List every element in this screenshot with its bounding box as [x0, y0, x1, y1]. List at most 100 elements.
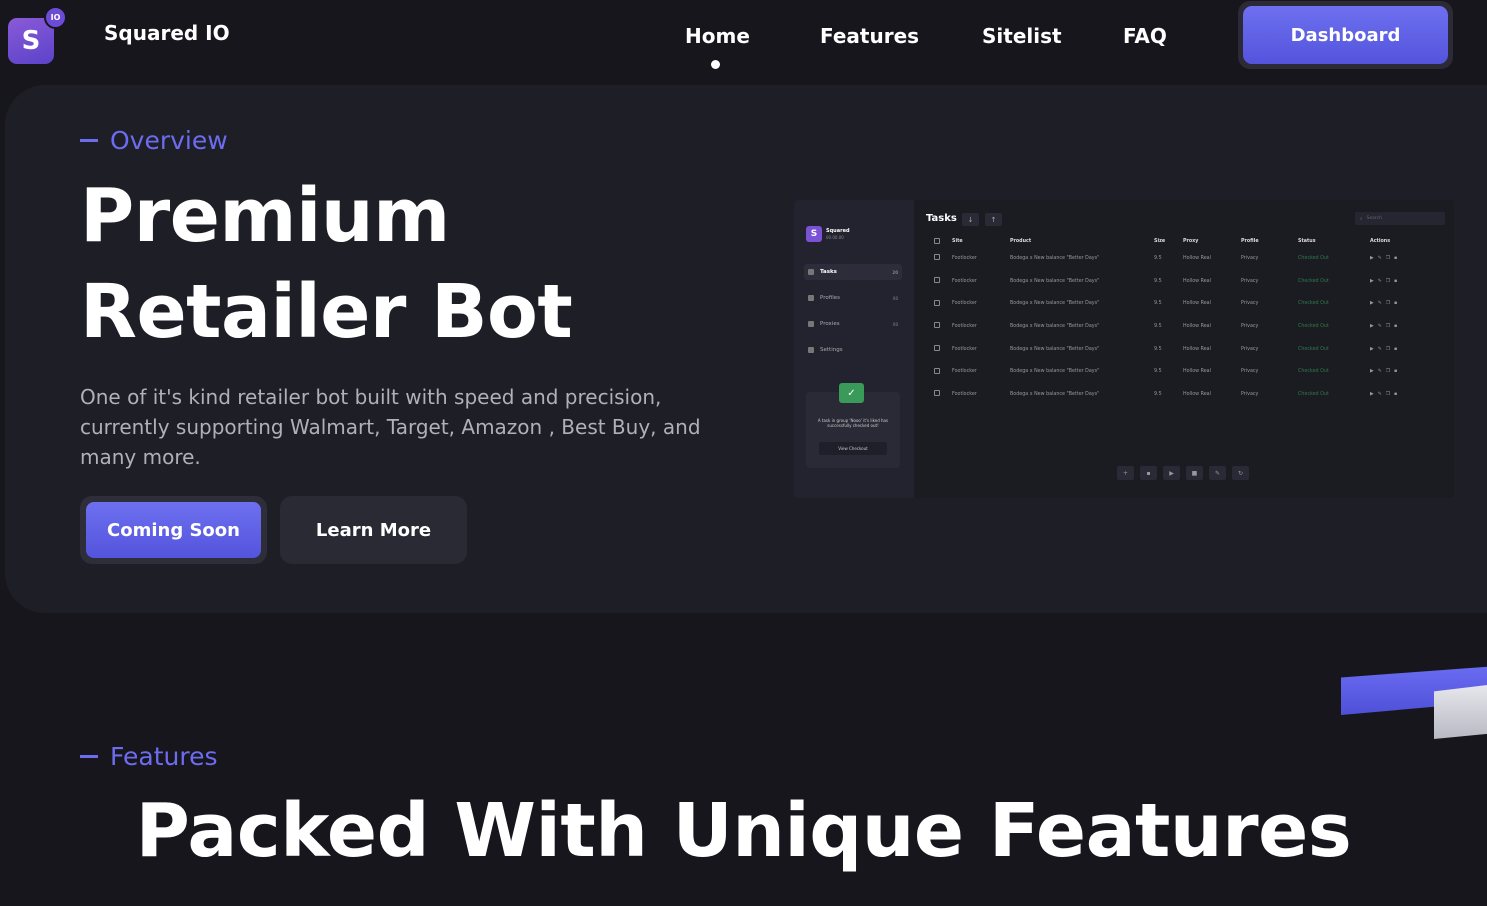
select-all-checkbox	[934, 237, 940, 244]
upload-icon: ↑	[985, 213, 1002, 226]
cell-status: Checked Out	[1298, 255, 1329, 261]
cell-proxy: Hollow Real	[1183, 391, 1211, 397]
cell-actions: ▶✎❐▪	[1370, 315, 1449, 338]
table-row: Footlocker Bodega x New balance "Better D…	[934, 383, 1449, 406]
cell-profile: Privacy	[1241, 346, 1259, 352]
cell-status: Checked Out	[1298, 323, 1329, 329]
edit-icon: ✎	[1377, 391, 1386, 397]
cell-actions: ▶✎❐▪	[1370, 270, 1449, 293]
view-checkout-button: View Checkout	[819, 442, 887, 455]
eyebrow-dash	[80, 139, 98, 142]
play-icon: ▶	[1370, 369, 1378, 375]
hero-title: Premium Retailer Bot	[80, 168, 573, 360]
preview-nav-label: Profiles	[820, 295, 840, 301]
row-checkbox-box	[934, 299, 940, 306]
hero-description: One of it's kind retailer bot built with…	[80, 385, 701, 469]
nav-sitelist[interactable]: Sitelist	[982, 24, 1062, 48]
trash-icon: ▪	[1394, 278, 1402, 284]
table-row: Footlocker Bodega x New balance "Better D…	[934, 270, 1449, 293]
preview-tasks-table: Site Product Size Proxy Profile Status A…	[934, 236, 1449, 406]
cell-proxy: Hollow Real	[1183, 323, 1211, 329]
preview-bottom-toolbar: + ▪ ▶ ■ ✎ ↻	[1117, 466, 1249, 480]
coming-soon-button[interactable]: Coming Soon	[86, 502, 261, 558]
row-checkbox	[934, 315, 952, 338]
row-checkbox	[934, 360, 952, 383]
cell-site: Footlocker	[952, 255, 977, 261]
trash-icon: ▪	[1394, 301, 1402, 307]
cell-actions: ▶✎❐▪	[1370, 383, 1449, 406]
preview-nav-count: 00	[892, 321, 898, 327]
preview-notification: ✓ A task in group 'Nooo' it's liked has …	[806, 383, 900, 468]
dashboard-button-frame: Dashboard	[1238, 1, 1453, 69]
edit-icon: ✎	[1377, 346, 1386, 352]
preview-search: ⌕ Search	[1355, 212, 1445, 225]
cell-actions: ▶✎❐▪	[1370, 247, 1449, 270]
cell-proxy: Hollow Real	[1183, 278, 1211, 284]
wifi-icon	[808, 321, 814, 327]
copy-icon: ❐	[1385, 278, 1395, 284]
cell-product: Bodega x New balance "Better Days"	[1010, 391, 1100, 397]
table-row: Footlocker Bodega x New balance "Better D…	[934, 292, 1449, 315]
cell-profile: Privacy	[1241, 391, 1259, 397]
features-label: Features	[110, 742, 218, 771]
preview-nav-count: 20	[892, 269, 898, 275]
nav-features[interactable]: Features	[820, 24, 919, 48]
copy-icon: ❐	[1385, 323, 1395, 329]
cell-site: Footlocker	[952, 391, 977, 397]
tasks-icon	[808, 269, 814, 275]
col-proxy: Proxy	[1183, 239, 1199, 244]
table-body: Footlocker Bodega x New balance "Better D…	[934, 247, 1449, 406]
row-checkbox-box	[934, 277, 940, 284]
cell-status: Checked Out	[1298, 369, 1329, 375]
dashboard-button[interactable]: Dashboard	[1243, 6, 1448, 64]
cell-profile: Privacy	[1241, 301, 1259, 307]
cell-profile: Privacy	[1241, 369, 1259, 375]
preview-nav-tasks: Tasks 20	[804, 264, 902, 280]
brand-name[interactable]: Squared IO	[104, 21, 230, 45]
trash-icon: ▪	[1394, 369, 1402, 375]
row-checkbox-box	[934, 367, 940, 374]
trash-icon: ▪	[1394, 346, 1402, 352]
copy-icon: ❐	[1385, 301, 1395, 307]
edit-icon: ✎	[1377, 278, 1386, 284]
cell-product: Bodega x New balance "Better Days"	[1010, 301, 1100, 307]
row-checkbox	[934, 292, 952, 315]
col-product: Product	[1010, 239, 1032, 244]
play-icon: ▶	[1370, 301, 1378, 307]
nav-active-indicator	[711, 60, 720, 69]
cell-proxy: Hollow Real	[1183, 255, 1211, 261]
cell-size: 9.5	[1154, 323, 1162, 329]
learn-more-button[interactable]: Learn More	[280, 496, 467, 564]
trash-icon: ▪	[1140, 466, 1157, 480]
preview-brand: Squared	[826, 228, 850, 234]
check-icon: ✓	[839, 383, 864, 403]
cell-site: Footlocker	[952, 369, 977, 375]
cell-product: Bodega x New balance "Better Days"	[1010, 323, 1100, 329]
row-checkbox-box	[934, 390, 940, 397]
play-icon: ▶	[1370, 278, 1378, 284]
edit-icon: ✎	[1377, 369, 1386, 375]
cell-site: Footlocker	[952, 323, 977, 329]
row-checkbox	[934, 383, 952, 406]
cell-size: 9.5	[1154, 301, 1162, 307]
preview-nav-proxies: Proxies 00	[804, 316, 902, 332]
play-icon: ▶	[1163, 466, 1180, 480]
preview-nav-count: 00	[892, 295, 898, 301]
add-icon: +	[1117, 466, 1134, 480]
cell-status: Checked Out	[1298, 278, 1329, 284]
preview-nav-label: Tasks	[820, 269, 837, 275]
cell-profile: Privacy	[1241, 255, 1259, 261]
notification-text: A task in group 'Nooo' it's liked has su…	[817, 418, 889, 428]
overview-label: Overview	[110, 126, 228, 155]
cell-product: Bodega x New balance "Better Days"	[1010, 346, 1100, 352]
nav-faq[interactable]: FAQ	[1123, 24, 1167, 48]
preview-sidebar: S Squared 00.00.00 Tasks 20 Profiles 00 …	[794, 200, 914, 498]
preview-nav-label: Proxies	[820, 321, 840, 327]
trash-icon: ▪	[1394, 255, 1402, 261]
table-row: Footlocker Bodega x New balance "Better D…	[934, 247, 1449, 270]
table-header-row: Site Product Size Proxy Profile Status A…	[934, 236, 1449, 247]
copy-icon: ❐	[1385, 346, 1395, 352]
copy-icon: ❐	[1385, 391, 1395, 397]
nav-home[interactable]: Home	[685, 24, 750, 48]
row-checkbox	[934, 270, 952, 293]
